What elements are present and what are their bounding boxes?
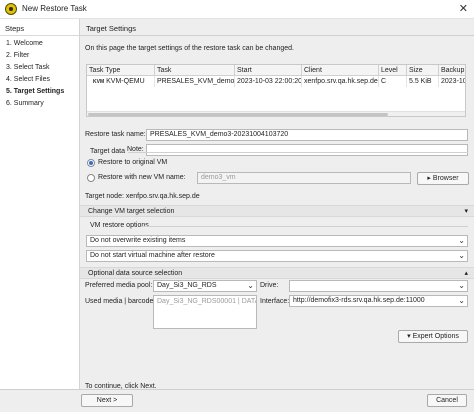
browse-button[interactable]: ▸ Browser: [417, 172, 469, 185]
expert-options-button[interactable]: ▾ Expert Options: [398, 330, 468, 343]
table-cell-level[interactable]: C: [379, 76, 407, 87]
chevron-down-icon: ▾: [464, 208, 468, 215]
browse-button-label: Browser: [432, 175, 459, 182]
next-button[interactable]: Next >: [81, 394, 133, 407]
chevron-down-icon: ⌄: [458, 251, 465, 260]
table-cell-task[interactable]: PRESALES_KVM_demo3: [155, 76, 235, 87]
interface-select[interactable]: http://demofix3-rds.srv.qa.hk.sep.de:110…: [289, 295, 468, 307]
expert-options-label: Expert Options: [412, 333, 459, 340]
app-logo-icon: [5, 3, 17, 15]
cancel-button[interactable]: Cancel: [427, 394, 467, 407]
column-header-task-type[interactable]: Task Type: [87, 65, 155, 76]
divider: [80, 35, 474, 36]
scrollbar-thumb[interactable]: [88, 113, 388, 116]
drive-label: Drive:: [260, 282, 279, 289]
media-pool-select[interactable]: Day_Si3_NG_RDS ⌄: [153, 280, 257, 292]
vm-options-heading: VM restore options: [90, 222, 149, 229]
interface-value: http://demofix3-rds.srv.qa.hk.sep.de:110…: [293, 297, 425, 304]
step-target-settings: 5. Target Settings: [6, 88, 65, 95]
used-media-list[interactable]: Day_Si3_NG_RDS00001 | DATA_: [153, 295, 257, 329]
radio-restore-new-name-label[interactable]: Restore with new VM name:: [98, 174, 186, 181]
step-filter: 2. Filter: [6, 52, 30, 59]
change-vm-target-toggle[interactable]: Change VM target selection ▾: [80, 205, 474, 217]
overwrite-option-select[interactable]: Do not overwrite existing items ⌄: [86, 235, 468, 247]
chevron-down-icon: ⌄: [458, 281, 465, 290]
table-cell-task-type[interactable]: KVM KVM-QEMU: [87, 76, 155, 87]
step-summary: 6. Summary: [6, 100, 44, 107]
main-panel: Target Settings On this page the target …: [80, 19, 474, 412]
task-table: Task Type Task Start Client Level Size B…: [86, 64, 466, 117]
overwrite-option-value: Do not overwrite existing items: [90, 237, 186, 244]
page-description: On this page the target settings of the …: [85, 45, 294, 52]
close-icon[interactable]: ✕: [459, 2, 468, 15]
target-node-text: Target node: xenfpo.srv.qa.hk.sep.de: [85, 193, 200, 200]
column-header-task[interactable]: Task: [155, 65, 235, 76]
target-data-heading: Target data: [90, 148, 126, 155]
radio-restore-new-name[interactable]: [87, 174, 95, 182]
task-type-value: KVM-QEMU: [106, 78, 145, 85]
step-select-task: 3. Select Task: [6, 64, 50, 71]
task-name-label: Restore task name:: [85, 131, 146, 138]
interface-label: Interface:: [260, 298, 290, 305]
new-vm-name-input[interactable]: demo3_vm: [197, 172, 411, 184]
column-header-level[interactable]: Level: [379, 65, 407, 76]
optional-source-label: Optional data source selection: [88, 270, 183, 277]
divider: [142, 226, 468, 227]
start-vm-option-select[interactable]: Do not start virtual machine after resto…: [86, 250, 468, 262]
chevron-down-icon: ⌄: [458, 236, 465, 245]
list-item[interactable]: Day_Si3_NG_RDS00001 | DATA_: [154, 296, 256, 307]
steps-title: Steps: [5, 24, 25, 33]
window-title: New Restore Task: [22, 4, 87, 13]
used-media-label: Used media | barcode:: [85, 298, 156, 305]
step-select-files: 4. Select Files: [6, 76, 50, 83]
page-title: Target Settings: [86, 24, 137, 33]
chevron-up-icon: ▴: [464, 270, 468, 277]
media-pool-label: Preferred media pool:: [85, 282, 153, 289]
optional-source-toggle[interactable]: Optional data source selection ▴: [80, 267, 474, 279]
divider: [128, 152, 468, 153]
chevron-down-icon: ⌄: [247, 281, 254, 290]
column-header-client[interactable]: Client: [302, 65, 379, 76]
title-bar: New Restore Task ✕: [0, 0, 474, 19]
steps-sidebar: Steps 1. Welcome 2. Filter 3. Select Tas…: [0, 19, 80, 412]
note-input[interactable]: [146, 144, 468, 156]
radio-restore-original-label[interactable]: Restore to original VM: [98, 159, 167, 166]
column-header-size[interactable]: Size: [407, 65, 439, 76]
column-header-start[interactable]: Start: [235, 65, 302, 76]
table-cell-size[interactable]: 5.5 KiB: [407, 76, 439, 87]
divider: [0, 35, 79, 36]
media-pool-value: Day_Si3_NG_RDS: [157, 282, 217, 289]
kvm-type-icon: KVM: [93, 79, 105, 85]
chevron-down-icon: ⌄: [458, 296, 465, 305]
task-name-input[interactable]: PRESALES_KVM_demo3-20231004103720: [146, 129, 468, 141]
step-welcome: 1. Welcome: [6, 40, 43, 47]
table-cell-client[interactable]: xenfpo.srv.qa.hk.sep.de: [302, 76, 379, 87]
drive-select[interactable]: ⌄: [289, 280, 468, 292]
footer: [0, 389, 474, 412]
radio-restore-original[interactable]: [87, 159, 95, 167]
horizontal-scrollbar[interactable]: [87, 111, 465, 116]
column-header-backup[interactable]: Backup: [439, 65, 465, 76]
table-cell-start[interactable]: 2023-10-03 22:00:20: [235, 76, 302, 87]
change-vm-target-label: Change VM target selection: [88, 208, 175, 215]
start-vm-option-value: Do not start virtual machine after resto…: [90, 252, 215, 259]
table-cell-backup[interactable]: 2023-10: [439, 76, 465, 87]
